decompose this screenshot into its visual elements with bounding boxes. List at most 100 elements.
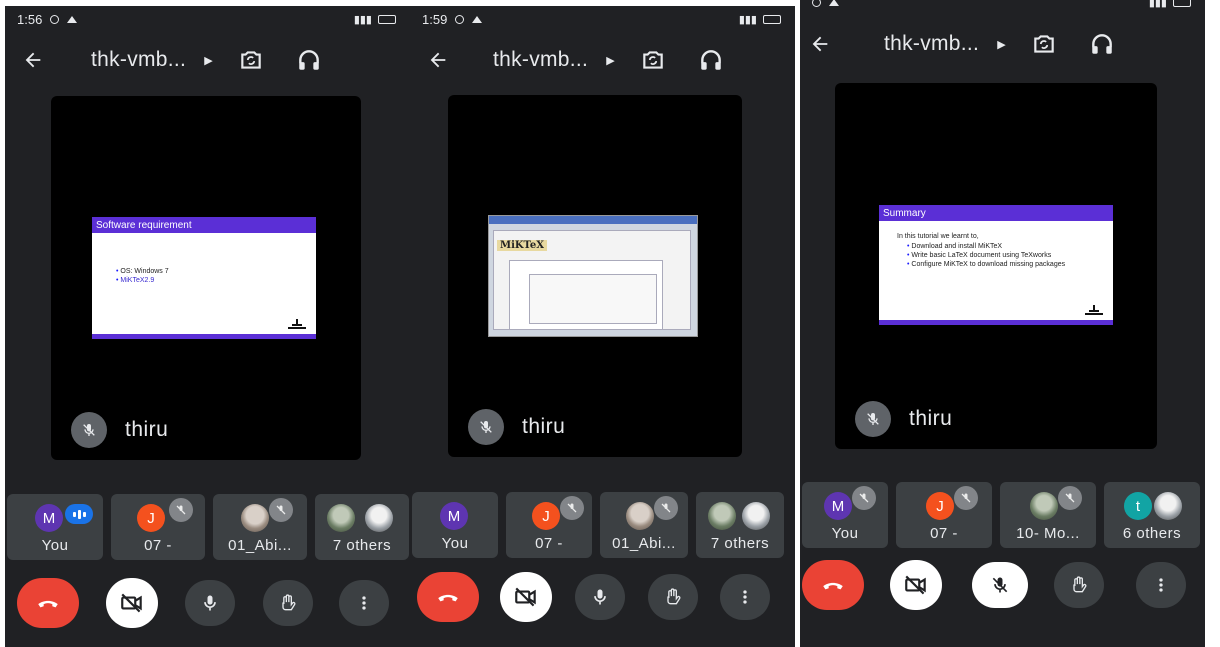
switch-camera-button[interactable] xyxy=(233,42,269,78)
mic-icon xyxy=(204,595,216,611)
avatar: J xyxy=(137,504,165,532)
mic-button[interactable] xyxy=(575,574,625,620)
participant-tile[interactable]: 10- Mo... xyxy=(1000,482,1096,548)
participant-name: You xyxy=(41,537,69,554)
avatar xyxy=(708,502,736,530)
window-titlebar xyxy=(489,216,697,224)
camera-toggle-button[interactable] xyxy=(106,578,158,628)
call-screen-1: 1:56 ▮▮▮ thk-vmb... ▶ Software requireme… xyxy=(5,6,410,647)
presenter-name: thiru xyxy=(909,407,953,430)
participant-tile-you[interactable]: M You xyxy=(7,494,103,560)
mic-off-icon xyxy=(852,486,876,510)
avatar: M xyxy=(824,492,852,520)
participant-tile-you[interactable]: M You xyxy=(802,482,888,548)
presenter-name: thiru xyxy=(125,418,169,441)
status-time: 1:56 xyxy=(17,11,43,27)
more-options-button[interactable] xyxy=(1136,562,1186,608)
participant-name: 7 others xyxy=(332,537,392,554)
participant-name: 01_Abi... xyxy=(228,537,292,554)
participant-name: 07 - xyxy=(144,537,172,554)
avatar xyxy=(626,502,654,530)
switch-camera-button[interactable] xyxy=(635,42,671,78)
mic-off-icon xyxy=(71,412,107,448)
participant-tile[interactable]: 01_Abi... xyxy=(213,494,307,560)
avatar: J xyxy=(532,502,560,530)
participant-tile[interactable]: J 07 - xyxy=(896,482,992,548)
mic-button[interactable] xyxy=(185,580,235,626)
more-vert-icon xyxy=(743,590,747,604)
notification-icon xyxy=(812,0,821,7)
more-options-button[interactable] xyxy=(720,574,770,620)
videocam-off-icon xyxy=(905,575,926,595)
arrow-left-icon xyxy=(430,52,446,68)
cloud-icon xyxy=(829,0,839,6)
shared-screen: MiKTeX xyxy=(488,215,698,337)
logo-icon xyxy=(288,319,306,329)
caret-right-icon[interactable]: ▶ xyxy=(997,38,1005,51)
status-bar: ▮▮▮ xyxy=(812,0,1191,12)
caret-right-icon[interactable]: ▶ xyxy=(204,54,212,67)
switch-camera-button[interactable] xyxy=(1026,26,1062,62)
end-call-button[interactable] xyxy=(417,572,479,622)
mic-off-icon xyxy=(269,498,293,522)
participant-tile-you[interactable]: M You xyxy=(412,492,498,558)
camera-toggle-button[interactable] xyxy=(890,560,942,610)
raise-hand-button[interactable] xyxy=(263,580,313,626)
meeting-title[interactable]: thk-vmb... xyxy=(493,48,588,72)
participant-name: 07 - xyxy=(535,535,563,552)
signal-icon: ▮▮▮ xyxy=(353,13,372,26)
avatar xyxy=(241,504,269,532)
slide-intro: In this tutorial we learnt to, xyxy=(897,233,979,240)
raise-hand-button[interactable] xyxy=(648,574,698,620)
meeting-title[interactable]: thk-vmb... xyxy=(884,32,979,56)
call-end-icon xyxy=(38,600,58,608)
camera-toggle-button[interactable] xyxy=(500,572,552,622)
presentation-tile[interactable]: MiKTeX thiru xyxy=(448,95,742,457)
slide-heading: Summary xyxy=(879,205,1113,221)
headphones-icon xyxy=(1091,34,1112,54)
participant-tile[interactable]: J 07 - xyxy=(506,492,592,558)
avatar: M xyxy=(440,502,468,530)
participant-name: 6 others xyxy=(1122,525,1182,542)
presenter-label: thiru xyxy=(855,401,952,437)
participant-tile[interactable]: J 07 - xyxy=(111,494,205,560)
participant-tile-others[interactable]: 7 others xyxy=(315,494,409,560)
meeting-title[interactable]: thk-vmb... xyxy=(91,48,186,72)
back-button[interactable] xyxy=(13,40,53,80)
audio-output-button[interactable] xyxy=(693,42,729,78)
avatar: M xyxy=(35,504,63,532)
top-app-bar: thk-vmb... ▶ xyxy=(410,40,795,80)
mic-off-icon xyxy=(468,409,504,445)
mic-toggle-button[interactable] xyxy=(972,562,1028,608)
end-call-button[interactable] xyxy=(802,560,864,610)
hand-icon xyxy=(282,594,296,611)
signal-icon: ▮▮▮ xyxy=(1148,0,1167,9)
raise-hand-button[interactable] xyxy=(1054,562,1104,608)
mic-off-icon xyxy=(992,577,1008,593)
presenter-label: thiru xyxy=(468,409,565,445)
participant-tile-others[interactable]: t 6 others xyxy=(1104,482,1200,548)
battery-icon xyxy=(763,14,781,24)
participant-tile[interactable]: 01_Abi... xyxy=(600,492,688,558)
audio-output-button[interactable] xyxy=(1084,26,1120,62)
hand-icon xyxy=(667,588,681,605)
back-button[interactable] xyxy=(418,40,458,80)
call-controls xyxy=(5,578,410,634)
slide-bullet: Download and install MiKTeX xyxy=(907,242,1077,251)
videocam-off-icon xyxy=(121,593,142,613)
mic-off-icon xyxy=(954,486,978,510)
more-options-button[interactable] xyxy=(339,580,389,626)
back-button[interactable] xyxy=(800,24,840,64)
participant-tile-others[interactable]: 7 others xyxy=(696,492,784,558)
avatar: t xyxy=(1124,492,1152,520)
audio-output-button[interactable] xyxy=(291,42,327,78)
caret-right-icon[interactable]: ▶ xyxy=(606,54,614,67)
presentation-tile[interactable]: Software requirement OS: Windows 7 MiKTe… xyxy=(51,96,361,460)
logo-icon xyxy=(1085,305,1103,315)
participant-strip: M You J 07 - 01_Abi... 7 others xyxy=(5,494,410,560)
end-call-button[interactable] xyxy=(17,578,79,628)
mic-icon xyxy=(594,589,606,605)
slide-bullet: Configure MiKTeX to download missing pac… xyxy=(907,260,1077,269)
mic-off-icon xyxy=(560,496,584,520)
presentation-tile[interactable]: Summary In this tutorial we learnt to, D… xyxy=(835,83,1157,449)
